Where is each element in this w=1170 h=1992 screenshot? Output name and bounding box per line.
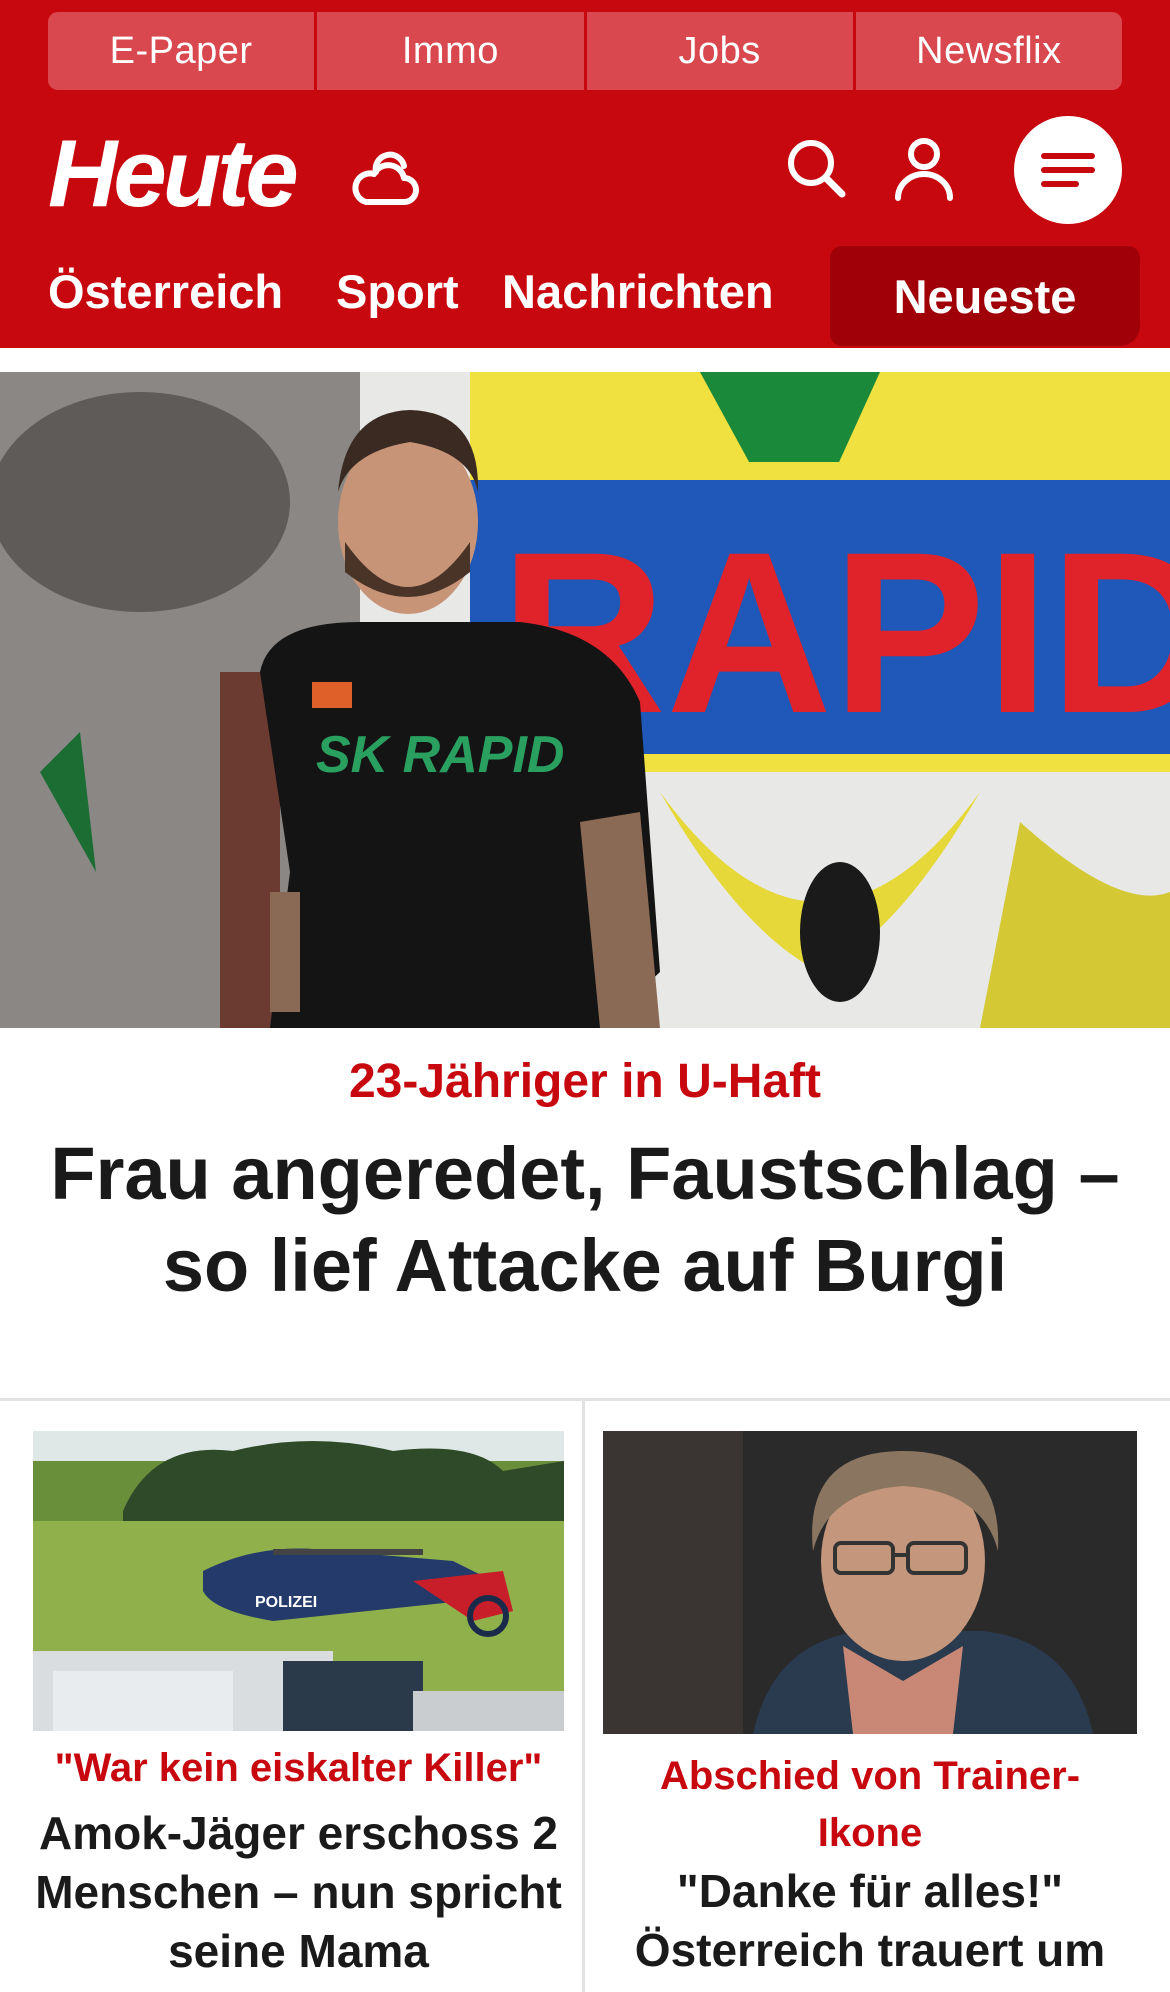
top-link-epaper[interactable]: E-Paper (48, 12, 315, 90)
hero-kicker[interactable]: 23-Jähriger in U-Haft (0, 1054, 1170, 1109)
article-1-image-text: POLIZEI (255, 1594, 317, 1611)
nav-item-oesterreich[interactable]: Österreich (48, 264, 283, 319)
top-link-immo[interactable]: Immo (317, 12, 584, 90)
site-header: E-Paper Immo Jobs Newsflix Heute Österre… (0, 0, 1170, 348)
top-link-jobs[interactable]: Jobs (586, 12, 853, 90)
section-divider (0, 1398, 1170, 1401)
nav-item-nachrichten[interactable]: Nachrichten (502, 264, 774, 319)
article-1-kicker[interactable]: "War kein eiskalter Killer" (20, 1746, 577, 1791)
menu-button[interactable] (1014, 116, 1122, 224)
main-nav: Österreich Sport Nachrichten Neueste (0, 246, 1170, 348)
menu-icon (1041, 153, 1095, 187)
article-2-kicker[interactable]: Abschied von Trainer-Ikone (620, 1748, 1120, 1862)
weather-icon[interactable] (346, 150, 422, 214)
hero-image[interactable]: RAPID SK RAPID (0, 372, 1170, 1028)
user-icon[interactable] (892, 134, 956, 202)
hero-shirt-text: SK RAPID (316, 726, 564, 784)
article-1-headline[interactable]: Amok-Jäger erschoss 2 Menschen – nun spr… (30, 1804, 567, 1981)
article-2-image[interactable] (603, 1431, 1137, 1734)
article-2-headline[interactable]: "Danke für alles!" Österreich trauert um (595, 1862, 1145, 1980)
top-links-bar: E-Paper Immo Jobs Newsflix (48, 12, 1122, 90)
column-divider (582, 1400, 585, 1992)
hero-headline[interactable]: Frau angeredet, Faustschlag – so lief At… (10, 1128, 1160, 1312)
search-icon[interactable] (784, 136, 848, 200)
nav-item-sport[interactable]: Sport (336, 264, 459, 319)
article-1-image[interactable]: POLIZEI (33, 1431, 564, 1731)
top-link-newsflix[interactable]: Newsflix (855, 12, 1122, 90)
nav-item-neueste[interactable]: Neueste (830, 246, 1140, 346)
site-logo[interactable]: Heute (48, 126, 299, 222)
